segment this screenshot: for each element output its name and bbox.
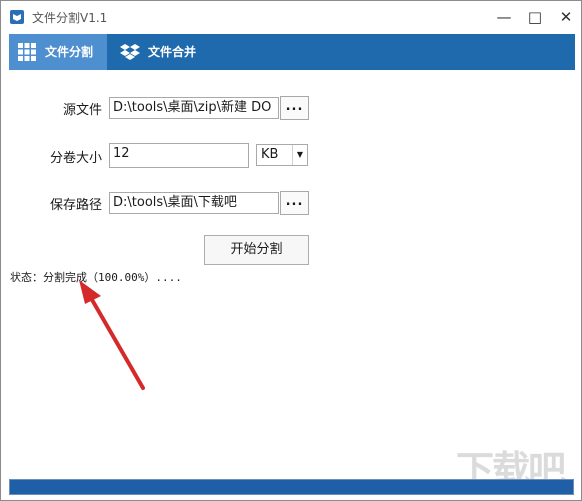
title-bar: 文件分割V1.1 — □ ✕ bbox=[1, 1, 581, 35]
progress-bar bbox=[9, 479, 574, 495]
window-title: 文件分割V1.1 bbox=[32, 11, 108, 25]
split-size-input[interactable]: 12 bbox=[109, 143, 249, 168]
close-button[interactable]: ✕ bbox=[551, 6, 581, 28]
chevron-down-icon: ▼ bbox=[292, 145, 307, 165]
dropbox-icon bbox=[120, 44, 140, 60]
unit-select[interactable]: KB ▼ bbox=[256, 144, 308, 166]
unit-select-value: KB bbox=[261, 147, 279, 162]
browse-source-button[interactable]: ... bbox=[280, 96, 309, 120]
app-icon bbox=[10, 10, 24, 24]
progress-fill bbox=[10, 480, 573, 494]
minimize-button[interactable]: — bbox=[489, 6, 519, 28]
grid-icon bbox=[18, 43, 36, 61]
annotation-arrow-icon bbox=[79, 280, 145, 390]
source-file-field[interactable]: D:\tools\桌面\zip\新建 DO bbox=[109, 97, 279, 119]
save-path-label: 保存路径 bbox=[49, 198, 102, 213]
save-path-field[interactable]: D:\tools\桌面\下载吧 bbox=[109, 192, 279, 214]
tab-file-split[interactable]: 文件分割 bbox=[9, 34, 107, 70]
split-size-label: 分卷大小 bbox=[49, 151, 102, 166]
tab-file-split-label: 文件分割 bbox=[45, 45, 94, 59]
start-split-button[interactable]: 开始分割 bbox=[204, 235, 309, 265]
tab-file-merge[interactable]: 文件合并 bbox=[112, 34, 238, 70]
browse-save-button[interactable]: ... bbox=[280, 191, 309, 215]
source-file-label: 源文件 bbox=[62, 103, 102, 118]
tab-bar: 文件分割 文件合并 bbox=[9, 34, 575, 70]
app-window: 文件分割V1.1 — □ ✕ 文件分割 文件合并 源文件 D:\tools\桌面… bbox=[0, 0, 582, 501]
maximize-button[interactable]: □ bbox=[520, 6, 550, 28]
tab-file-merge-label: 文件合并 bbox=[148, 45, 197, 59]
